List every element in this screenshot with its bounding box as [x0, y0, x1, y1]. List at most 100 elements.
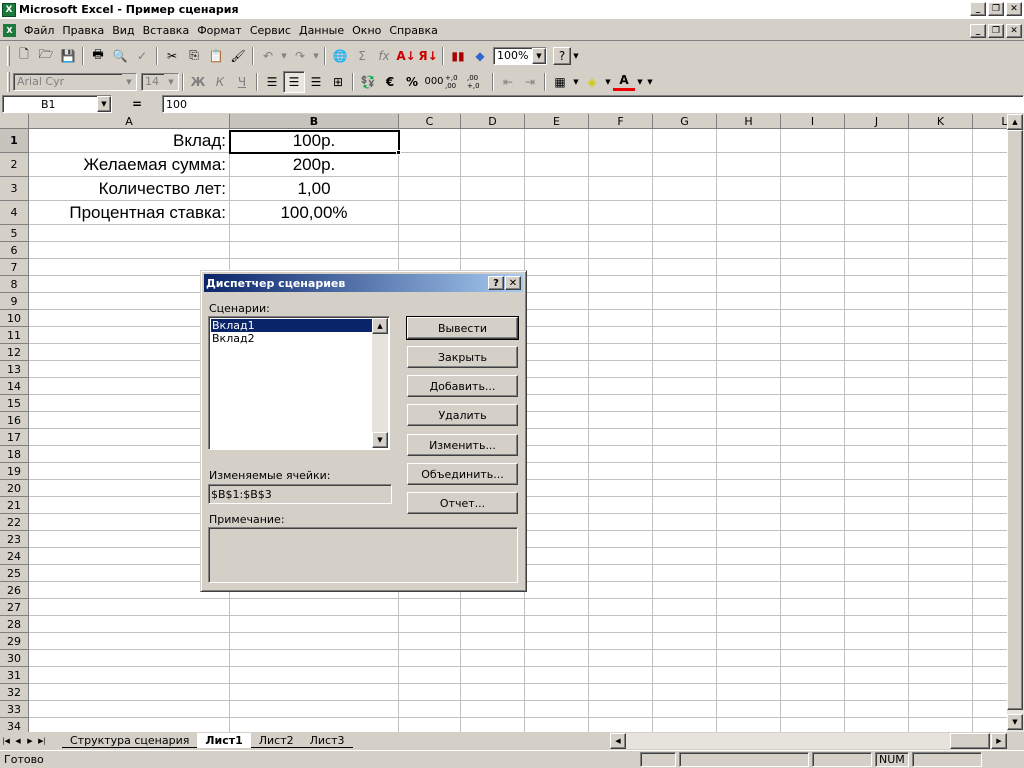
select-all-corner[interactable]	[0, 114, 29, 129]
new-file-icon[interactable]: 🗋	[13, 45, 35, 67]
align-left-icon[interactable]: ☰	[261, 71, 283, 93]
sheet-tab-structure[interactable]: Структура сценария	[62, 733, 198, 748]
scroll-down-icon[interactable]: ▼	[1007, 714, 1023, 730]
currency-format-icon[interactable]: 💱	[357, 71, 379, 93]
bold-button[interactable]: Ж	[187, 71, 209, 93]
doc-restore-button[interactable]: ❐	[988, 24, 1004, 38]
undo-dropdown-icon[interactable]: ▼	[279, 45, 289, 67]
dialog-help-button[interactable]: ?	[488, 276, 504, 290]
row-header[interactable]: 7	[0, 259, 29, 276]
merge-center-icon[interactable]: ⊞	[327, 71, 349, 93]
scenarios-listbox[interactable]: Вклад1 Вклад2 ▲ ▼	[208, 316, 390, 450]
scroll-up-icon[interactable]: ▲	[372, 318, 388, 334]
fill-color-icon[interactable]: ◈	[581, 71, 603, 93]
row-header[interactable]: 6	[0, 242, 29, 259]
copy-icon[interactable]: ⎘	[183, 45, 205, 67]
row-header[interactable]: 12	[0, 344, 29, 361]
row-header[interactable]: 18	[0, 446, 29, 463]
column-header[interactable]: D	[461, 114, 525, 129]
redo-icon[interactable]: ↷	[289, 45, 311, 67]
zoom-select[interactable]: 100% ▼	[493, 46, 547, 65]
column-header[interactable]: J	[845, 114, 909, 129]
chevron-down-icon[interactable]: ▼	[164, 73, 178, 90]
next-sheet-icon[interactable]: ▶	[24, 734, 36, 748]
workbook-icon[interactable]: X	[3, 23, 16, 37]
row-header[interactable]: 14	[0, 378, 29, 395]
column-header[interactable]: E	[525, 114, 589, 129]
row-header[interactable]: 19	[0, 463, 29, 480]
column-header[interactable]: H	[717, 114, 781, 129]
row-header[interactable]: 1	[0, 129, 29, 153]
row-header[interactable]: 5	[0, 225, 29, 242]
open-folder-icon[interactable]: 🗁	[35, 45, 57, 67]
column-header[interactable]: G	[653, 114, 717, 129]
menu-view[interactable]: Вид	[108, 24, 138, 37]
sort-descending-icon[interactable]: Я↓	[417, 45, 439, 67]
column-header[interactable]: F	[589, 114, 653, 129]
scroll-thumb[interactable]	[950, 733, 990, 749]
paste-icon[interactable]: 📋	[205, 45, 227, 67]
underline-button[interactable]: Ч	[231, 71, 253, 93]
formula-equals-sign[interactable]: =	[112, 97, 162, 111]
edit-button[interactable]: Изменить...	[407, 434, 518, 456]
row-header[interactable]: 10	[0, 310, 29, 327]
font-color-dropdown-icon[interactable]: ▼	[635, 71, 645, 93]
label-cell[interactable]: Вклад:	[30, 129, 228, 153]
row-header[interactable]: 33	[0, 701, 29, 718]
undo-icon[interactable]: ↶	[257, 45, 279, 67]
scroll-up-icon[interactable]: ▲	[1007, 114, 1023, 130]
row-header[interactable]: 20	[0, 480, 29, 497]
sort-ascending-icon[interactable]: A↓	[395, 45, 417, 67]
add-button[interactable]: Добавить...	[407, 375, 518, 397]
function-icon[interactable]: fx	[373, 45, 395, 67]
close-window-button[interactable]: ✕	[1006, 2, 1022, 16]
decrease-indent-icon[interactable]: ⇤	[497, 71, 519, 93]
borders-icon[interactable]: ▦	[549, 71, 571, 93]
scroll-down-icon[interactable]: ▼	[372, 432, 388, 448]
row-header[interactable]: 8	[0, 276, 29, 293]
last-sheet-icon[interactable]: ▶|	[36, 734, 48, 748]
italic-button[interactable]: К	[209, 71, 231, 93]
chevron-down-icon[interactable]: ▼	[532, 47, 546, 64]
cut-icon[interactable]: ✂	[161, 45, 183, 67]
row-header[interactable]: 28	[0, 616, 29, 633]
row-header[interactable]: 9	[0, 293, 29, 310]
vertical-scrollbar[interactable]: ▲ ▼	[1007, 114, 1024, 732]
increase-decimal-button[interactable]: +,0 ,00	[445, 71, 467, 93]
row-header[interactable]: 34	[0, 718, 29, 732]
list-item[interactable]: Вклад2	[211, 332, 373, 345]
row-header[interactable]: 21	[0, 497, 29, 514]
label-cell[interactable]: Желаемая сумма:	[30, 153, 228, 177]
listbox-scrollbar[interactable]: ▲ ▼	[372, 318, 388, 448]
row-header[interactable]: 22	[0, 514, 29, 531]
save-icon[interactable]: 💾	[57, 45, 79, 67]
menu-insert[interactable]: Вставка	[139, 24, 194, 37]
scroll-right-icon[interactable]: ▶	[991, 733, 1007, 749]
font-color-icon[interactable]: A	[613, 73, 635, 91]
minimize-window-button[interactable]: _	[970, 2, 986, 16]
label-cell[interactable]: Количество лет:	[30, 177, 228, 201]
name-box[interactable]: B1 ▼	[2, 95, 112, 113]
menu-data[interactable]: Данные	[295, 24, 348, 37]
value-cell[interactable]: 100,00%	[230, 201, 398, 225]
sheet-tab-list1[interactable]: Лист1	[197, 733, 251, 748]
toolbar-grip[interactable]	[7, 45, 10, 66]
report-button[interactable]: Отчет...	[407, 492, 518, 514]
help-icon[interactable]: ?	[553, 46, 571, 65]
hyperlink-globe-icon[interactable]: 🌐	[329, 45, 351, 67]
borders-dropdown-icon[interactable]: ▼	[571, 71, 581, 93]
column-header[interactable]: B	[230, 114, 399, 129]
row-header[interactable]: 27	[0, 599, 29, 616]
row-header[interactable]: 30	[0, 650, 29, 667]
first-sheet-icon[interactable]: |◀	[0, 734, 12, 748]
row-header[interactable]: 29	[0, 633, 29, 650]
print-preview-icon[interactable]: 🔍	[109, 45, 131, 67]
toolbar-options-icon[interactable]: ▼	[645, 71, 655, 93]
print-icon[interactable]: 🖶	[87, 45, 109, 67]
label-cell[interactable]: Процентная ставка:	[30, 201, 228, 225]
menu-edit[interactable]: Правка	[58, 24, 108, 37]
close-button[interactable]: Закрыть	[407, 346, 518, 368]
spelling-icon[interactable]: ✓	[131, 45, 153, 67]
thousands-button[interactable]: 000	[423, 71, 445, 93]
font-size-select[interactable]: 14 ▼	[141, 72, 179, 91]
